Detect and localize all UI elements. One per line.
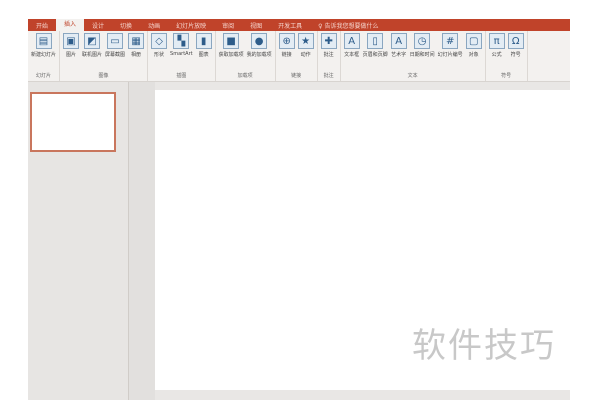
ribbon-icon: π: [488, 33, 505, 49]
ribbon-button[interactable]: ✚ 批注: [320, 33, 337, 72]
ribbon-icon: A: [390, 33, 407, 49]
ribbon-button-label: 相册: [131, 52, 142, 58]
ribbon-icon: ▚: [173, 33, 190, 49]
ribbon-button[interactable]: A 艺术字: [390, 33, 407, 72]
ribbon-button[interactable]: ▭ 屏幕截图: [105, 33, 125, 72]
tab-4[interactable]: 动画: [140, 21, 168, 30]
ribbon-button-label: SmartArt: [170, 51, 193, 57]
ribbon-button-label: 文本框: [344, 52, 360, 58]
ribbon-button[interactable]: ▤ 新建幻灯片: [31, 33, 56, 72]
ribbon-group: ▣ 图片 ◩ 联机图片 ▭ 屏幕截图 ▦ 相册图像: [60, 31, 149, 81]
ribbon-button-label: 公式: [491, 52, 502, 58]
ribbon-icon: #: [442, 33, 459, 49]
tab-9[interactable]: ♀ 告诉我您想要做什么: [310, 21, 386, 30]
ribbon-icon: ◷: [414, 33, 431, 49]
ribbon-button-label: 链接: [281, 52, 292, 58]
ribbon-button-label: 联机图片: [82, 52, 103, 58]
ribbon-button-label: 形状: [154, 52, 165, 58]
ribbon-button-label: 符号: [510, 52, 521, 58]
ribbon-icon: ■: [223, 33, 240, 49]
ribbon-group: ✚ 批注 批注: [318, 31, 341, 81]
tab-0[interactable]: 开始: [28, 21, 56, 30]
ribbon-button[interactable]: ◇ 形状: [151, 33, 168, 72]
ribbon-button-label: 图表: [198, 52, 209, 58]
ribbon-button-label: 批注: [323, 52, 334, 58]
ribbon-group: π 公式 Ω 符号 符号: [486, 31, 528, 81]
ribbon-button[interactable]: Ω 符号: [507, 33, 524, 72]
ribbon-button[interactable]: ■ 获取加载项: [219, 33, 244, 72]
ribbon-group: ⊕ 链接 ★ 动作 链接: [276, 31, 318, 81]
tab-7[interactable]: 视图: [242, 21, 270, 30]
ribbon-button[interactable]: # 幻灯片编号: [438, 33, 463, 72]
ribbon-button[interactable]: ★ 动作: [297, 33, 314, 72]
ribbon-icon: Ω: [507, 33, 524, 49]
tab-3[interactable]: 切换: [112, 21, 140, 30]
ribbon-button-label: 动作: [300, 52, 311, 58]
tab-5[interactable]: 幻灯片放映: [168, 21, 214, 30]
ribbon-button[interactable]: ⊕ 链接: [278, 33, 295, 72]
ribbon-button[interactable]: ◩ 联机图片: [82, 33, 102, 72]
ribbon-tabs: 开始 插入 设计 切换 动画 幻灯片放映 审阅 视图 开发工具 ♀ 告诉我您想要做什么: [28, 19, 570, 31]
group-label: 幻灯片: [36, 73, 52, 79]
slide-thumbnail-1[interactable]: [30, 92, 116, 152]
group-label: 加载项: [237, 73, 253, 79]
ribbon-button[interactable]: π 公式: [488, 33, 505, 72]
group-label: 符号: [501, 73, 512, 79]
ribbon-icon: ●: [251, 33, 268, 49]
ribbon-icon: ▯: [367, 33, 384, 49]
ribbon-icon: ◇: [151, 33, 168, 49]
ribbon-button-label: 艺术字: [391, 52, 407, 58]
group-label: 链接: [291, 73, 302, 79]
ribbon-button-label: 幻灯片编号: [437, 52, 463, 58]
ribbon-button-label: 图片: [66, 52, 77, 58]
tab-8[interactable]: 开发工具: [270, 21, 310, 30]
ribbon-group: ▤ 新建幻灯片幻灯片: [28, 31, 61, 81]
group-label: 批注: [323, 73, 334, 79]
ribbon-button[interactable]: ● 我的加载项: [247, 33, 272, 72]
ribbon-button[interactable]: A 文本框: [343, 33, 360, 72]
ribbon-button[interactable]: ▮ 图表: [195, 33, 212, 72]
ribbon-group: ◇ 形状 ▚ SmartArt ▮ 图表插图: [148, 31, 216, 81]
ribbon-button[interactable]: ◷ 日期和时间: [410, 33, 435, 72]
ribbon-button-label: 页眉和页脚: [362, 52, 388, 58]
ribbon-button-label: 新建幻灯片: [31, 52, 57, 58]
ribbon-icon: ▢: [465, 33, 482, 49]
ribbon-icon: ▦: [128, 33, 145, 49]
ribbon-icon: ▭: [107, 33, 124, 49]
group-label: 插图: [176, 73, 187, 79]
pane-splitter[interactable]: [128, 82, 155, 400]
ribbon-group: A 文本框 ▯ 页眉和页脚 A 艺术字 ◷ 日期和时间 # 幻灯片编号 ▢ 对象文本: [341, 31, 486, 81]
ribbon-icon: A: [343, 33, 360, 49]
tab-6[interactable]: 审阅: [214, 21, 242, 30]
ribbon-button-label: 对象: [468, 52, 479, 58]
ribbon-button[interactable]: ▚ SmartArt: [170, 33, 193, 72]
ribbon-button-label: 屏幕截图: [105, 52, 126, 58]
tab-2[interactable]: 设计: [84, 21, 112, 30]
ribbon-icon: ▤: [35, 33, 52, 49]
ribbon-button[interactable]: ▢ 对象: [465, 33, 482, 72]
ribbon-button-label: 获取加载项: [218, 52, 244, 58]
watermark: 软件技巧: [412, 326, 556, 366]
ribbon-icon: ◩: [84, 33, 101, 49]
group-label: 文本: [407, 73, 418, 79]
ribbon-icon: ▣: [63, 33, 80, 49]
ribbon-button[interactable]: ▯ 页眉和页脚: [363, 33, 388, 72]
ribbon-button-label: 我的加载项: [246, 52, 272, 58]
tab-1[interactable]: 插入: [56, 19, 85, 31]
ribbon-button[interactable]: ▦ 相册: [128, 33, 145, 72]
ribbon-icon: ⊕: [278, 33, 295, 49]
group-label: 图像: [98, 73, 109, 79]
ribbon-button[interactable]: ▣ 图片: [63, 33, 80, 72]
ribbon: ▤ 新建幻灯片幻灯片 ▣ 图片 ◩ 联机图片 ▭ 屏幕截图 ▦ 相册图像 ◇ 形状 ▚ SmartArt ▮…: [28, 31, 570, 82]
ribbon-icon: ✚: [320, 33, 337, 49]
ribbon-button-label: 日期和时间: [409, 52, 435, 58]
ribbon-group: ■ 获取加载项 ● 我的加载项加载项: [216, 31, 276, 81]
ribbon-icon: ★: [297, 33, 314, 49]
ribbon-icon: ▮: [195, 33, 212, 49]
